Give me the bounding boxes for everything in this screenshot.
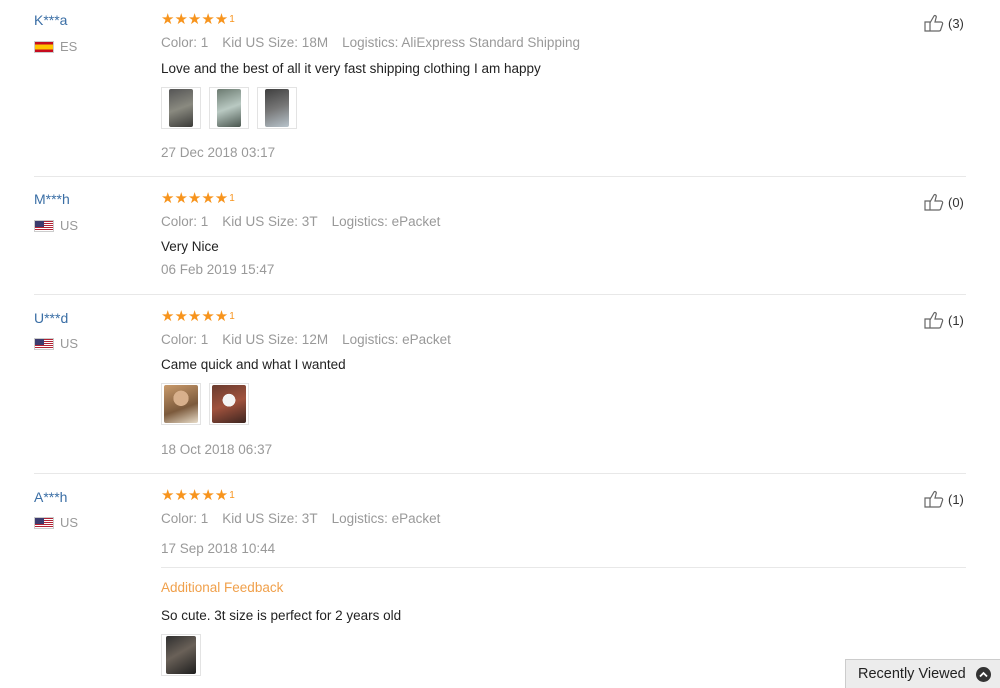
us-flag-icon [34, 517, 54, 529]
reviewer-name[interactable]: U***d [34, 310, 68, 326]
size-info: Kid US Size: 18M [222, 35, 329, 50]
review-divider [34, 176, 966, 177]
us-flag-icon [34, 220, 54, 232]
review-photo-thumbnail[interactable] [161, 634, 201, 676]
us-flag-icon [34, 338, 54, 350]
color-info: Color: 1 [161, 332, 209, 347]
logistics-info: Logistics: ePacket [342, 332, 451, 347]
review-divider [34, 473, 966, 474]
reviewer-country: US [34, 219, 78, 233]
review-date: 06 Feb 2019 15:47 [161, 262, 275, 277]
order-info: Color: 1 Kid US Size: 3T Logistics: ePacke… [161, 214, 454, 230]
chevron-up-icon [975, 666, 991, 682]
review-divider [34, 294, 966, 295]
size-info: Kid US Size: 3T [222, 511, 318, 526]
recently-viewed-tab[interactable]: Recently Viewed [845, 659, 1000, 688]
thumbs-up-icon [924, 491, 944, 508]
helpful-button[interactable]: (1) [924, 311, 964, 329]
reviewer-name[interactable]: A***h [34, 489, 67, 505]
thumbs-up-icon [924, 15, 944, 32]
star-icons: ★★★★★ [161, 487, 229, 504]
reviewer-country: US [34, 337, 78, 351]
recently-viewed-label: Recently Viewed [858, 666, 966, 682]
review-date: 18 Oct 2018 06:37 [161, 442, 273, 457]
size-info: Kid US Size: 3T [222, 214, 318, 229]
reviewer-name[interactable]: K***a [34, 12, 67, 28]
review-photo-thumbnail[interactable] [161, 87, 201, 129]
star-icons: ★★★★★ [161, 308, 229, 325]
star-icons: ★★★★★ [161, 11, 229, 28]
color-info: Color: 1 [161, 511, 209, 526]
star-rating: ★★★★★ 1 [161, 308, 235, 325]
order-info: Color: 1 Kid US Size: 12M Logistics: ePack… [161, 332, 465, 348]
star-count: 1 [229, 193, 235, 204]
review-text: Love and the best of all it very fast sh… [161, 61, 541, 76]
helpful-button[interactable]: (0) [924, 193, 964, 211]
review-date: 27 Dec 2018 03:17 [161, 145, 276, 160]
star-rating: ★★★★★ 1 [161, 487, 235, 504]
star-icons: ★★★★★ [161, 190, 229, 207]
order-info: Color: 1 Kid US Size: 3T Logistics: ePacke… [161, 511, 454, 527]
es-flag-icon [34, 41, 54, 53]
color-info: Color: 1 [161, 35, 209, 50]
country-code: ES [60, 39, 78, 54]
review-photo-thumbnail[interactable] [209, 87, 249, 129]
helpful-button[interactable]: (3) [924, 14, 964, 32]
country-code: US [60, 515, 79, 530]
star-count: 1 [229, 311, 235, 322]
review-photos [161, 634, 201, 676]
review-photos [161, 383, 249, 425]
logistics-info: Logistics: ePacket [331, 214, 441, 229]
reviewer-name[interactable]: M***h [34, 191, 70, 207]
color-info: Color: 1 [161, 214, 209, 229]
order-info: Color: 1 Kid US Size: 18M Logistics: AliEx… [161, 35, 594, 51]
review-text: Very Nice [161, 239, 219, 254]
additional-feedback-text: So cute. 3t size is perfect for 2 years … [161, 608, 402, 623]
review-photo-thumbnail[interactable] [257, 87, 297, 129]
helpful-count: (1) [948, 312, 964, 328]
review-photo-thumbnail[interactable] [161, 383, 201, 425]
additional-feedback-label: Additional Feedback [161, 580, 284, 595]
star-count: 1 [229, 490, 235, 501]
star-rating: ★★★★★ 1 [161, 190, 235, 207]
reviewer-country: US [34, 516, 78, 530]
review-photos [161, 87, 297, 129]
thumbs-up-icon [924, 194, 944, 211]
star-rating: ★★★★★ 1 [161, 11, 235, 28]
review-date: 17 Sep 2018 10:44 [161, 541, 276, 556]
helpful-count: (3) [948, 15, 964, 31]
reviewer-country: ES [34, 40, 77, 54]
country-code: US [60, 218, 79, 233]
thumbs-up-icon [924, 312, 944, 329]
review-text: Came quick and what I wanted [161, 357, 346, 372]
helpful-count: (0) [948, 194, 964, 210]
size-info: Kid US Size: 12M [222, 332, 329, 347]
country-code: US [60, 336, 79, 351]
helpful-button[interactable]: (1) [924, 490, 964, 508]
star-count: 1 [229, 14, 235, 25]
logistics-info: Logistics: AliExpress Standard Shipping [342, 35, 580, 50]
additional-divider [161, 567, 966, 568]
logistics-info: Logistics: ePacket [331, 511, 441, 526]
review-photo-thumbnail[interactable] [209, 383, 249, 425]
helpful-count: (1) [948, 491, 964, 507]
